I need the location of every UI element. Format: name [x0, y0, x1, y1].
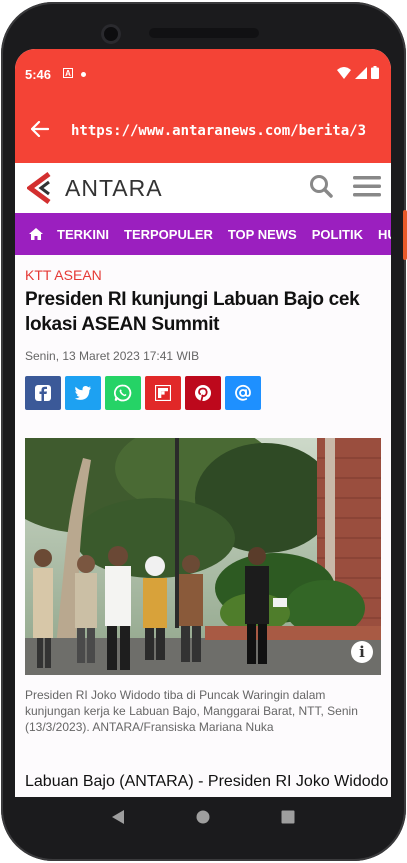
- nav-item-politik[interactable]: POLITIK: [312, 227, 363, 242]
- search-icon[interactable]: [309, 174, 333, 203]
- at-sign-icon: [235, 384, 251, 401]
- screen: 5:46 A https://www.antaranews.com/berita…: [15, 49, 391, 797]
- wifi-icon: [337, 66, 351, 82]
- recents-square-icon[interactable]: [281, 810, 295, 829]
- whatsapp-share-button[interactable]: [105, 376, 141, 410]
- email-share-button[interactable]: [225, 376, 261, 410]
- nav-item-hukum[interactable]: HUKUM: [378, 227, 391, 242]
- status-bar: 5:46 A: [15, 49, 391, 99]
- nav-item-terpopuler[interactable]: TERPOPULER: [124, 227, 213, 242]
- photo-caption: Presiden RI Joko Widodo tiba di Puncak W…: [25, 688, 358, 734]
- signal-icon: [355, 66, 367, 82]
- facebook-share-button[interactable]: [25, 376, 61, 410]
- menu-icon[interactable]: [353, 175, 381, 202]
- article-lead: Labuan Bajo (ANTARA) - Presiden RI Joko …: [25, 773, 389, 790]
- info-icon[interactable]: i: [351, 641, 373, 663]
- article-title: Presiden RI kunjungi Labuan Bajo cek lok…: [25, 289, 360, 335]
- antara-logo[interactable]: ANTARA: [27, 172, 163, 204]
- twitter-icon: [74, 386, 91, 400]
- photo-scene: [25, 438, 381, 675]
- svg-text:A: A: [65, 69, 71, 78]
- home-icon[interactable]: [29, 228, 43, 240]
- flipboard-icon: [155, 385, 171, 401]
- facebook-icon: [35, 385, 51, 401]
- article: KTT ASEAN Presiden RI kunjungi Labuan Ba…: [15, 255, 391, 797]
- nav-item-terkini[interactable]: TERKINI: [57, 227, 109, 242]
- home-circle-icon[interactable]: [196, 810, 210, 829]
- whatsapp-icon: [114, 384, 132, 402]
- logo-wordmark: ANTARA: [65, 174, 163, 201]
- browser-toolbar: https://www.antaranews.com/berita/3: [15, 99, 391, 163]
- flipboard-share-button[interactable]: [145, 376, 181, 410]
- twitter-share-button[interactable]: [65, 376, 101, 410]
- back-arrow-icon[interactable]: [30, 120, 71, 143]
- category-nav: TERKINI TERPOPULER TOP NEWS POLITIK HUKU…: [15, 213, 391, 255]
- status-time: 5:46: [25, 66, 52, 82]
- nav-item-top-news[interactable]: TOP NEWS: [228, 227, 297, 242]
- site-header: ANTARA: [15, 163, 391, 213]
- article-category[interactable]: KTT ASEAN: [25, 267, 381, 283]
- back-triangle-icon[interactable]: [111, 809, 125, 830]
- antara-logo-mark: [27, 172, 51, 204]
- battery-icon: [371, 66, 379, 82]
- notification-dot-icon: [81, 69, 87, 80]
- notification-app-icon: A: [63, 67, 74, 81]
- earpiece-speaker: [149, 28, 259, 38]
- pinterest-share-button[interactable]: [185, 376, 221, 410]
- article-photo[interactable]: i: [25, 438, 381, 675]
- article-date: Senin, 13 Maret 2023 17:41 WIB: [25, 349, 200, 363]
- pinterest-icon: [195, 385, 211, 402]
- power-button: [403, 210, 407, 260]
- system-nav-bar: [15, 797, 391, 841]
- front-camera: [101, 24, 121, 44]
- url-field[interactable]: https://www.antaranews.com/berita/3: [71, 123, 391, 139]
- share-buttons: [25, 376, 381, 410]
